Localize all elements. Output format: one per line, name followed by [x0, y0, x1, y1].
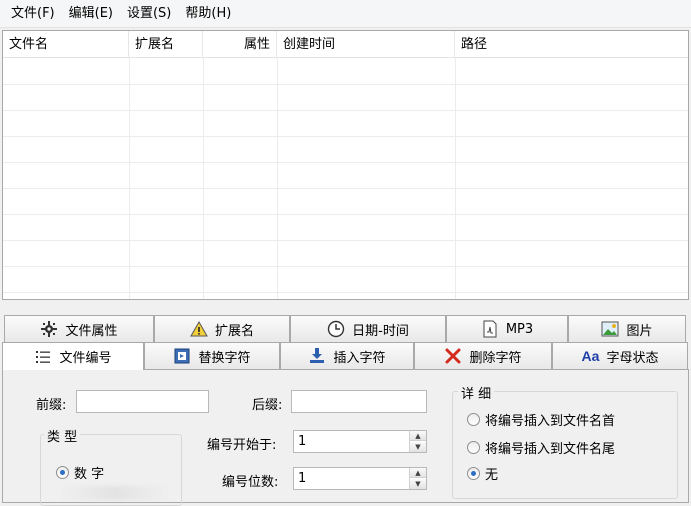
clock-icon [327, 320, 345, 338]
menu-bar: 文件(F) 编辑(E) 设置(S) 帮助(H) [0, 0, 691, 28]
tab-letter-case[interactable]: Aa 字母状态 [552, 342, 688, 369]
number-start-label: 编号开始于: [207, 438, 277, 453]
grid-row-line [3, 110, 688, 111]
stepper-buttons: ▲ ▼ [409, 468, 426, 489]
column-header-path[interactable]: 路径 [455, 31, 688, 58]
column-header-attributes[interactable]: 属性 [203, 31, 277, 58]
tab-label: 删除字符 [469, 350, 522, 366]
list-header: 文件名 扩展名 属性 创建时间 路径 [3, 31, 688, 58]
letter-case-icon: Aa [581, 348, 600, 364]
tab-label: 文件属性 [65, 323, 118, 339]
prefix-input[interactable] [76, 390, 209, 413]
grid-row-line [3, 84, 688, 85]
tab-replace-chars[interactable]: 替换字符 [144, 342, 280, 369]
detail-insert-at-end-option[interactable]: 将编号插入到文件名尾 [467, 438, 615, 457]
radio-button[interactable] [467, 467, 480, 480]
stepper-buttons: ▲ ▼ [409, 431, 426, 452]
tab-label: 日期-时间 [352, 323, 409, 339]
tab-label: MP3 [505, 321, 534, 337]
picture-icon [601, 320, 619, 338]
radio-button[interactable] [56, 466, 69, 479]
tab-picture[interactable]: 图片 [568, 315, 686, 342]
detail-group-title: 详 细 [458, 383, 495, 402]
replace-icon [173, 347, 191, 365]
tab-extension[interactable]: 扩展名 [154, 315, 290, 342]
grid-row-line [3, 240, 688, 241]
radio-button[interactable] [467, 413, 480, 426]
tab-insert-chars[interactable]: 插入字符 [280, 342, 414, 369]
stepper-up-button[interactable]: ▲ [410, 431, 426, 441]
type-group-title: 类 型 [44, 426, 81, 445]
menu-edit[interactable]: 编辑(E) [62, 2, 120, 26]
file-attributes-icon [40, 320, 58, 338]
tab-label: 图片 [626, 323, 653, 339]
grid-column-line [455, 58, 456, 299]
type-number-option[interactable]: 数 字 [56, 463, 104, 482]
tab-label: 文件编号 [59, 351, 112, 366]
tab-file-numbering[interactable]: 文件编号 [2, 342, 144, 370]
tab-label: 扩展名 [214, 323, 254, 339]
tab-delete-chars[interactable]: 删除字符 [414, 342, 552, 369]
blurred-region [60, 486, 170, 500]
stepper-up-button[interactable]: ▲ [410, 468, 426, 478]
tab-label: 字母状态 [606, 350, 659, 366]
radio-button[interactable] [467, 441, 480, 454]
prefix-label: 前缀: [36, 398, 67, 413]
number-digits-stepper[interactable]: 1 ▲ ▼ [293, 467, 427, 490]
radio-label: 将编号插入到文件名首 [485, 414, 616, 429]
mp3-file-icon [481, 320, 499, 338]
number-digits-label: 编号位数: [222, 475, 279, 490]
tab-mp3[interactable]: MP3 [446, 315, 568, 342]
numbered-list-icon [34, 348, 52, 366]
grid-column-line [203, 58, 204, 299]
menu-settings[interactable]: 设置(S) [120, 2, 178, 26]
tab-label: 替换字符 [198, 350, 251, 366]
grid-row-line [3, 162, 688, 163]
number-start-stepper[interactable]: 1 ▲ ▼ [293, 430, 427, 453]
suffix-label: 后缀: [252, 398, 283, 413]
column-header-created-time[interactable]: 创建时间 [277, 31, 455, 58]
insert-arrow-icon [308, 347, 326, 365]
detail-insert-at-start-option[interactable]: 将编号插入到文件名首 [467, 410, 615, 429]
grid-row-line [3, 188, 688, 189]
stepper-down-button[interactable]: ▼ [410, 479, 426, 489]
delete-x-icon [444, 347, 462, 365]
grid-row-line [3, 136, 688, 137]
tab-file-attributes[interactable]: 文件属性 [4, 315, 154, 342]
grid-column-line [277, 58, 278, 299]
column-header-extension[interactable]: 扩展名 [129, 31, 203, 58]
suffix-input[interactable] [291, 390, 427, 413]
tab-row-top: 文件属性 扩展名 日期-时间 MP3 图片 [0, 315, 691, 342]
grid-column-line [129, 58, 130, 299]
number-digits-value: 1 [298, 471, 307, 486]
file-list[interactable]: 文件名 扩展名 属性 创建时间 路径 [2, 30, 689, 300]
grid-row-line [3, 266, 688, 267]
stepper-down-button[interactable]: ▼ [410, 442, 426, 452]
grid-row-line [3, 214, 688, 215]
extension-warning-icon [190, 320, 208, 338]
number-start-value: 1 [298, 434, 307, 449]
radio-label: 将编号插入到文件名尾 [485, 442, 616, 457]
grid-row-line [3, 292, 688, 293]
tab-row-bottom: 文件编号 替换字符 插入字符 删除字符 Aa 字母状态 [0, 342, 691, 370]
menu-help[interactable]: 帮助(H) [178, 2, 238, 26]
tab-date-time[interactable]: 日期-时间 [290, 315, 446, 342]
tab-label: 插入字符 [333, 350, 386, 366]
detail-none-option[interactable]: 无 [467, 464, 498, 483]
menu-file[interactable]: 文件(F) [4, 2, 62, 26]
radio-label: 无 [485, 468, 499, 483]
column-header-filename[interactable]: 文件名 [3, 31, 129, 58]
radio-label: 数 字 [74, 467, 105, 482]
